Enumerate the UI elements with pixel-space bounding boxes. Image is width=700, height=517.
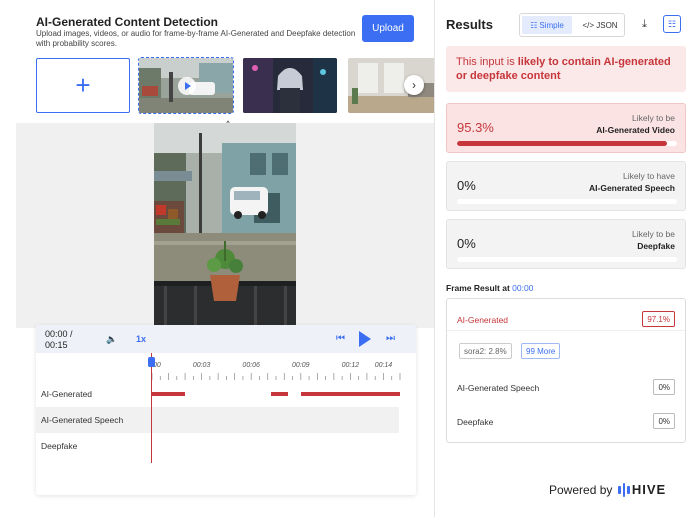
track-label: AI-Generated bbox=[41, 389, 93, 399]
player-controls: 00:00 / 00:15 🔈 1x ⏮ ⏭ bbox=[36, 325, 416, 353]
score-value: 95.3% bbox=[457, 120, 494, 135]
ruler-tick-label: 00:12 bbox=[342, 362, 360, 369]
ruler-tick-label: 00:06 bbox=[242, 362, 260, 369]
thumbnail-interior-room[interactable] bbox=[348, 58, 442, 113]
layout-settings-icon[interactable]: ☷ bbox=[663, 15, 681, 33]
hive-logo: HIVE bbox=[618, 482, 666, 497]
verdict-banner: This input is likely to contain AI-gener… bbox=[446, 46, 686, 92]
playhead-handle[interactable] bbox=[148, 357, 155, 367]
track-label: AI-Generated Speech bbox=[41, 415, 124, 425]
score-category: AI-Generated Video bbox=[596, 125, 675, 135]
ruler-tick-label: 00:14 bbox=[375, 362, 393, 369]
frame-row-value: 0% bbox=[653, 413, 675, 429]
frame-result-box: AI-Generated 97.1% sora2: 2.8% 99 More A… bbox=[446, 298, 686, 443]
volume-icon[interactable]: 🔈 bbox=[106, 334, 117, 345]
interior-room-image bbox=[348, 58, 442, 113]
cyber-woman-image bbox=[243, 58, 337, 113]
thumbnail-cyber-woman[interactable] bbox=[243, 58, 337, 113]
time-readout: 00:00 / 00:15 bbox=[45, 329, 73, 351]
ruler-tick-label: 00:03 bbox=[193, 362, 211, 369]
score-value: 0% bbox=[457, 178, 476, 193]
results-title: Results bbox=[446, 17, 493, 32]
score-card-deepfake: 0% Likely to be Deepfake bbox=[446, 219, 686, 269]
hive-logo-bar bbox=[622, 482, 626, 497]
play-badge-icon bbox=[178, 77, 196, 95]
plus-icon: + bbox=[75, 70, 91, 100]
timeline-area: 00:0000:0300:0600:0900:1200:14 AI-Genera… bbox=[36, 353, 416, 495]
page-description: Upload images, videos, or audio for fram… bbox=[36, 29, 356, 48]
detection-segment[interactable] bbox=[152, 392, 186, 396]
skip-back-icon[interactable]: ⏮ bbox=[336, 333, 345, 344]
score-caption: Likely to be bbox=[632, 229, 675, 239]
verdict-lead: This input is bbox=[456, 56, 518, 68]
time-ruler[interactable]: 00:0000:0300:0600:0900:1200:14 bbox=[151, 353, 401, 381]
score-category: AI-Generated Speech bbox=[589, 183, 675, 193]
hive-brand: HIVE bbox=[631, 482, 667, 497]
score-bar-fill bbox=[457, 141, 667, 146]
frame-row-value: 0% bbox=[653, 379, 675, 395]
frame-row-label: AI-Generated bbox=[457, 315, 509, 325]
media-viewer: ^ bbox=[16, 116, 434, 328]
json-view-button[interactable]: </> JSON bbox=[576, 16, 624, 34]
results-panel: Results ☷ Simple </> JSON ⤓ ☷ This input… bbox=[434, 0, 700, 517]
list-icon: ☷ bbox=[530, 20, 538, 30]
thumbnail-flooded-street[interactable] bbox=[138, 57, 234, 114]
hive-logo-bar bbox=[618, 485, 621, 494]
score-caption: Likely to be bbox=[632, 113, 675, 123]
frame-row-label: Deepfake bbox=[457, 417, 494, 427]
score-card-ai-video: 95.3% Likely to be AI-Generated Video bbox=[446, 103, 686, 153]
chevron-right-icon: › bbox=[412, 78, 416, 92]
score-bar bbox=[457, 199, 677, 204]
powered-by-label: Powered by bbox=[549, 482, 613, 497]
score-value: 0% bbox=[457, 236, 476, 251]
score-caption: Likely to have bbox=[623, 171, 675, 181]
track-label: Deepfake bbox=[41, 441, 78, 451]
powered-by: Powered by HIVE bbox=[549, 482, 666, 497]
view-toggle: ☷ Simple </> JSON bbox=[519, 13, 625, 37]
score-bar bbox=[457, 141, 677, 146]
frame-row-value: 97.1% bbox=[642, 311, 675, 327]
skip-forward-icon[interactable]: ⏭ bbox=[386, 333, 395, 344]
frame-timestamp[interactable]: 00:00 bbox=[512, 283, 533, 293]
frame-row-label: AI-Generated Speech bbox=[457, 383, 540, 393]
playback-speed-button[interactable]: 1x bbox=[136, 334, 146, 344]
frame-result-label: Frame Result at bbox=[446, 283, 513, 293]
detection-segment[interactable] bbox=[271, 392, 288, 396]
current-time: 00:00 / bbox=[45, 329, 73, 339]
total-duration: 00:15 bbox=[45, 340, 68, 350]
video-frame-image bbox=[154, 123, 296, 328]
hive-logo-bar bbox=[627, 485, 630, 494]
simple-view-button[interactable]: ☷ Simple bbox=[522, 16, 572, 34]
track-row-ai-generated: AI-Generated bbox=[36, 381, 400, 407]
download-icon[interactable]: ⤓ bbox=[642, 18, 647, 31]
video-frame[interactable] bbox=[154, 123, 296, 328]
score-bar bbox=[457, 257, 677, 262]
track-row-ai-speech: AI-Generated Speech bbox=[36, 407, 399, 433]
score-category: Deepfake bbox=[637, 241, 675, 251]
model-tag: sora2: 2.8% bbox=[459, 343, 512, 359]
divider bbox=[447, 330, 685, 331]
simple-view-label: Simple bbox=[539, 20, 564, 30]
playhead-line bbox=[151, 353, 152, 463]
page-title: AI-Generated Content Detection bbox=[36, 15, 219, 29]
upload-button[interactable]: Upload bbox=[362, 15, 414, 42]
add-media-button[interactable]: + bbox=[36, 58, 130, 113]
score-card-ai-speech: 0% Likely to have AI-Generated Speech bbox=[446, 161, 686, 211]
play-icon[interactable] bbox=[359, 331, 371, 347]
gallery-next-button[interactable]: › bbox=[404, 75, 424, 95]
frame-result-heading: Frame Result at 00:00 bbox=[446, 283, 533, 293]
more-models-button[interactable]: 99 More bbox=[521, 343, 561, 359]
left-panel: AI-Generated Content Detection Upload im… bbox=[0, 0, 442, 517]
track-row-deepfake: Deepfake bbox=[36, 433, 399, 459]
detection-segment[interactable] bbox=[300, 392, 400, 396]
timeline-player: 00:00 / 00:15 🔈 1x ⏮ ⏭ 00:0000:0300:0600… bbox=[36, 325, 416, 495]
ruler-tick-label: 00:09 bbox=[292, 362, 310, 369]
